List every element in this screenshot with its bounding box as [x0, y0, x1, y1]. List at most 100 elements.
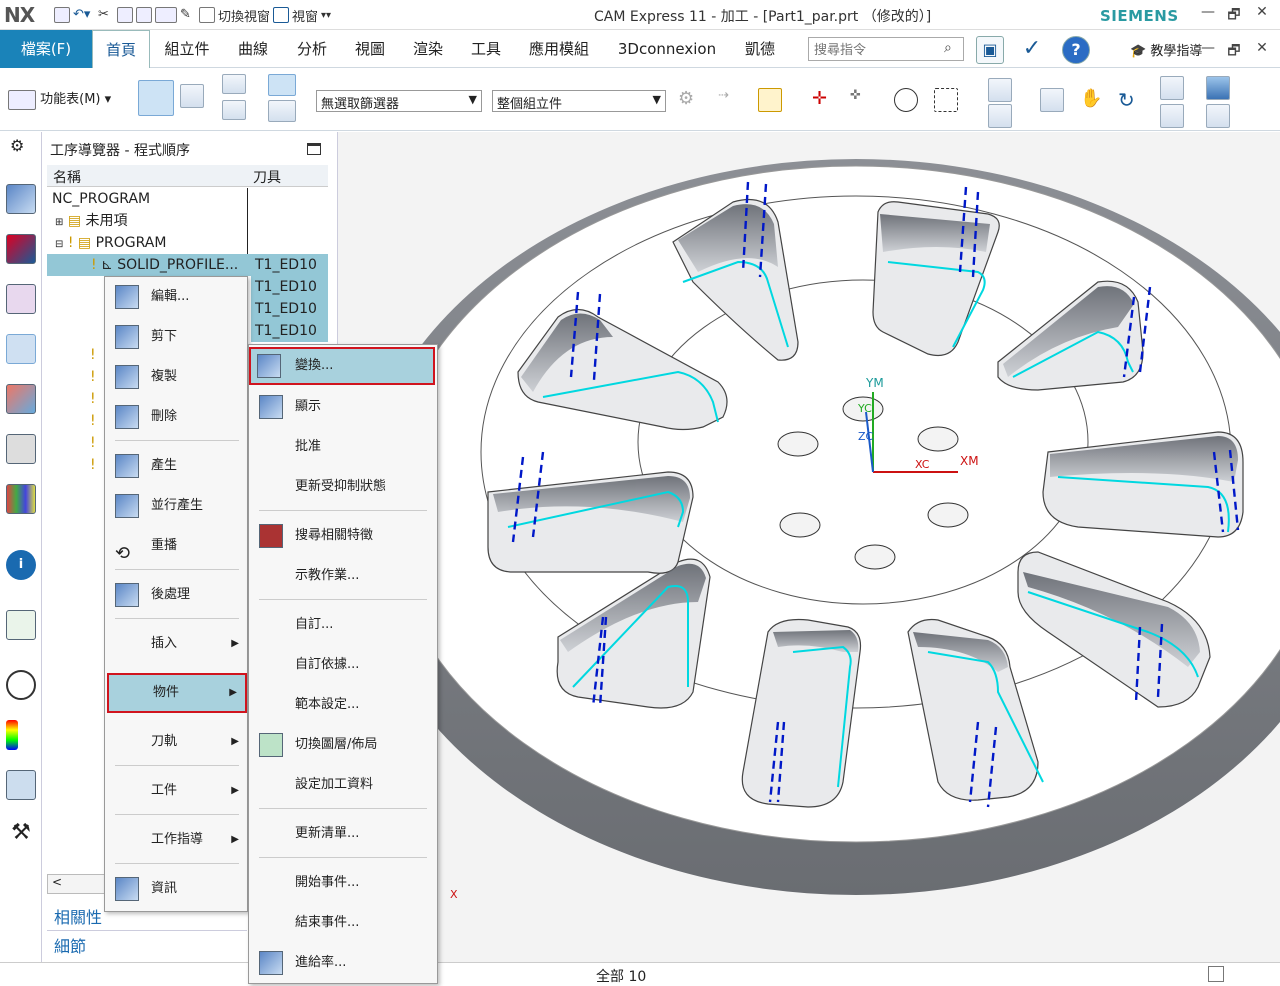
status-icon[interactable]	[1208, 966, 1224, 982]
snap-point-icon[interactable]: ✜	[850, 88, 874, 112]
menu-item-find-features[interactable]: 搜尋相關特徵	[249, 516, 437, 556]
copy-icon[interactable]	[117, 7, 133, 23]
menu-item-update-suppressed[interactable]: 更新受抑制狀態	[249, 467, 437, 507]
tab-kaide[interactable]: 凱德	[734, 30, 786, 68]
tab-3dconnexion[interactable]: 3Dconnexion	[608, 30, 726, 68]
menu-item-workpiece[interactable]: 工件 ▶	[105, 771, 247, 811]
palette-icon[interactable]	[6, 720, 18, 750]
collapse-icon[interactable]: ⊟	[47, 239, 63, 250]
point-on-curve-icon[interactable]	[894, 88, 918, 112]
menu-item-edit[interactable]: 編輯...	[105, 277, 247, 317]
expand-icon[interactable]: ⊞	[47, 217, 63, 228]
reuse-library-icon[interactable]	[6, 484, 36, 514]
fit-icon[interactable]	[1160, 76, 1184, 100]
tab-tools[interactable]: 工具	[458, 30, 514, 68]
menu-item-delete[interactable]: 刪除	[105, 397, 247, 437]
menu-item-transform[interactable]: 變換...	[249, 347, 435, 385]
menu-item-cut[interactable]: 剪下	[105, 317, 247, 357]
constraint-navigator-icon[interactable]	[6, 284, 36, 314]
column-tool[interactable]: 刀具	[253, 167, 281, 187]
tree-row-program[interactable]: ⊟ ! ▤ PROGRAM	[47, 232, 328, 254]
check-icon[interactable]: ✓	[1018, 36, 1046, 64]
edit-section-icon[interactable]	[1206, 104, 1230, 128]
tab-analysis[interactable]: 分析	[284, 30, 340, 68]
menu-item-approve[interactable]: 批准	[249, 427, 437, 467]
operation-navigator-icon[interactable]	[6, 334, 36, 364]
touch-mode-icon[interactable]: ✎	[180, 7, 196, 23]
search-icon[interactable]: ⌕	[944, 40, 952, 56]
search-input[interactable]	[808, 37, 964, 61]
switch-view-button[interactable]: 切換視窗	[218, 6, 270, 25]
process-studio-icon[interactable]	[6, 770, 36, 800]
chevron-down-icon[interactable]: ▾▾	[321, 10, 331, 21]
snap-icon[interactable]: ⚙	[678, 88, 702, 112]
history-icon[interactable]	[6, 670, 36, 700]
undo-icon[interactable]: ↶▾	[73, 7, 95, 23]
window-menu-button[interactable]: 視窗	[292, 6, 318, 25]
feature-group-icon[interactable]	[222, 74, 246, 94]
cube-icon[interactable]	[988, 104, 1012, 128]
help-icon[interactable]: ?	[1062, 36, 1090, 64]
assembly-scope-select[interactable]: 整個組立件 ▼	[492, 90, 666, 112]
ribbon-minimize-button[interactable]: —	[1196, 40, 1220, 60]
menu-item-copy[interactable]: 複製	[105, 357, 247, 397]
menu-item-feed-rate[interactable]: 進給率...	[249, 943, 437, 983]
menu-item-parallel-generate[interactable]: 並行產生	[105, 486, 247, 526]
maximize-icon[interactable]	[307, 143, 321, 155]
machine-tool-navigator-icon[interactable]	[6, 384, 36, 414]
scroll-left-button[interactable]: <	[47, 874, 107, 894]
selection-filter-select[interactable]: 無選取篩選器 ▼	[316, 90, 482, 112]
paste-icon[interactable]	[136, 7, 152, 23]
related-panel[interactable]: 相關性	[54, 904, 102, 928]
menu-item-start-events[interactable]: 開始事件...	[249, 863, 437, 903]
menu-item-work-instruction[interactable]: 工作指導 ▶	[105, 820, 247, 860]
menu-item-set-machining-data[interactable]: 設定加工資料	[249, 765, 437, 805]
rotate-icon[interactable]: ↻	[1118, 88, 1142, 112]
machining-feature-navigator-icon[interactable]	[6, 434, 36, 464]
menu-item-template-settings[interactable]: 範本設定...	[249, 685, 437, 725]
menu-item-information[interactable]: 資訊	[105, 869, 247, 909]
teach-button[interactable]: 🎓 教學指導	[1130, 40, 1202, 59]
full-screen-icon[interactable]: ▣	[976, 36, 1004, 64]
render-style-icon[interactable]	[1206, 76, 1230, 100]
window-icon[interactable]	[273, 7, 290, 23]
tree-row-nc-program[interactable]: NC_PROGRAM	[47, 188, 328, 210]
tab-assembly[interactable]: 組立件	[155, 30, 219, 68]
gear-icon[interactable]: ⚙	[10, 136, 30, 156]
rectangle-select-icon[interactable]	[934, 88, 958, 112]
part-navigator-icon[interactable]	[6, 184, 36, 214]
machine-view-icon[interactable]	[268, 100, 296, 122]
cut-icon[interactable]: ✂	[98, 7, 114, 23]
orient-view-icon[interactable]	[1160, 104, 1184, 128]
menu-item-customize[interactable]: 自訂...	[249, 605, 437, 645]
assembly-navigator-icon[interactable]	[180, 84, 204, 108]
tab-render[interactable]: 渲染	[400, 30, 456, 68]
close-button[interactable]: ✕	[1250, 4, 1274, 24]
menu-item-display[interactable]: 顯示	[249, 387, 437, 427]
details-panel[interactable]: 細節	[54, 933, 86, 957]
tree-row-unused[interactable]: ⊞ ▤ 未用項	[47, 210, 328, 232]
show-hide-icon[interactable]	[988, 78, 1012, 102]
menu-item-update-list[interactable]: 更新清單...	[249, 814, 437, 854]
roles-icon[interactable]: ⚒	[6, 820, 36, 850]
info-icon[interactable]: i	[6, 550, 36, 580]
tab-curve[interactable]: 曲線	[224, 30, 282, 68]
menu-item-object[interactable]: 物件 ▶	[107, 673, 247, 713]
menu-item-postprocess[interactable]: 後處理	[105, 575, 247, 615]
function-list-button[interactable]: 功能表(M) ▾	[8, 88, 111, 110]
save-icon[interactable]	[54, 7, 70, 23]
pan-icon[interactable]: ✋	[1080, 88, 1104, 112]
minimize-button[interactable]: —	[1196, 4, 1220, 24]
program-order-icon[interactable]	[268, 74, 296, 96]
feature-filter-icon[interactable]: ⇢	[718, 88, 742, 112]
restore-button[interactable]: 🗗	[1222, 4, 1246, 24]
menu-item-insert[interactable]: 插入 ▶	[105, 624, 247, 664]
column-name[interactable]: 名稱	[53, 167, 81, 187]
tree-row-solid-profile[interactable]: ! ⊾ SOLID_PROFILE... T1_ED10	[47, 254, 328, 276]
menu-item-toolpath[interactable]: 刀軌 ▶	[105, 722, 247, 762]
select-tool-icon[interactable]	[138, 80, 174, 116]
tab-application[interactable]: 應用模組	[518, 30, 600, 68]
point-icon[interactable]: ✛	[812, 88, 836, 112]
menu-item-replay[interactable]: ⟲ 重播	[105, 526, 247, 566]
ribbon-restore-button[interactable]: 🗗	[1222, 40, 1246, 60]
